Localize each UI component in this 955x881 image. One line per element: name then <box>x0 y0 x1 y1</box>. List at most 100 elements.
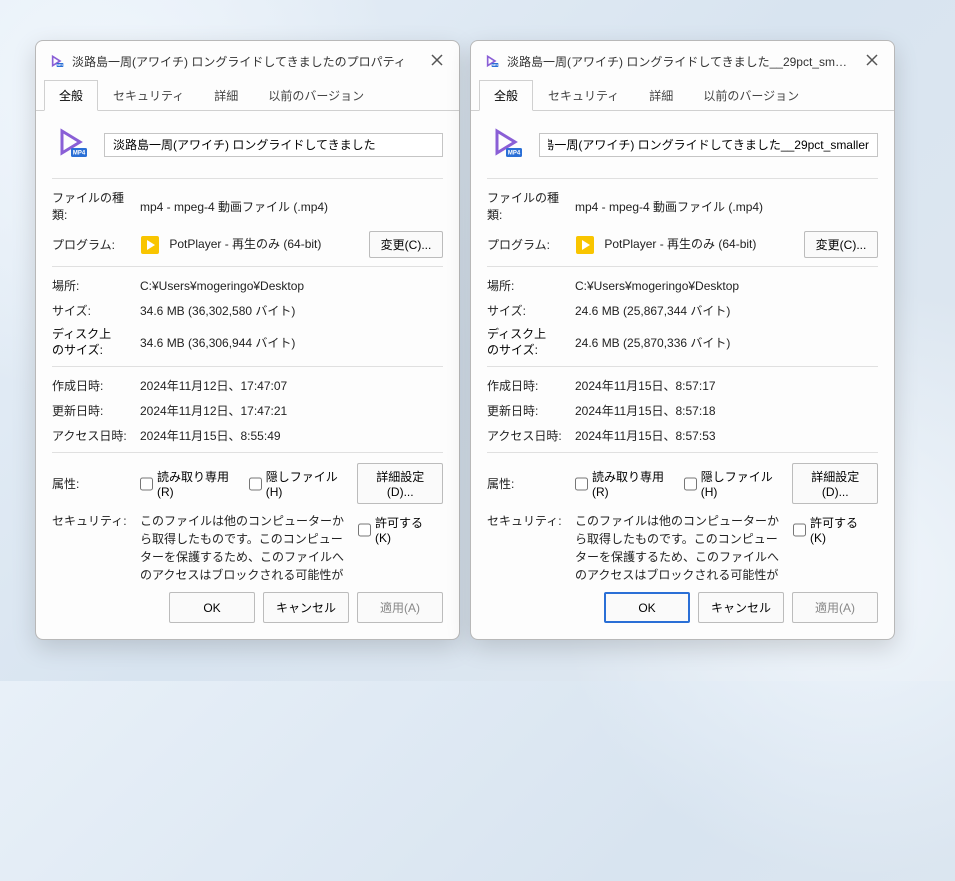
close-icon <box>431 54 443 69</box>
hidden-checkbox[interactable] <box>684 477 697 491</box>
readonly-checkbox-wrap[interactable]: 読み取り専用(R) <box>140 468 231 499</box>
mp4-file-icon: MP4 <box>483 53 499 69</box>
filetype-label: ファイルの種類: <box>487 189 567 223</box>
tab-content: MP4 ファイルの種類: mp4 - mpeg-4 動画ファイル (.mp4) … <box>471 111 894 580</box>
allow-checkbox[interactable] <box>358 523 371 537</box>
readonly-checkbox[interactable] <box>575 477 588 491</box>
divider <box>52 366 443 367</box>
ok-button[interactable]: OK <box>169 592 255 623</box>
filename-input[interactable] <box>539 133 878 157</box>
divider <box>487 452 878 453</box>
titlebar[interactable]: MP4 淡路島一周(アワイチ) ロングライドしてきました__29pct_smal… <box>471 41 894 79</box>
modified-value: 2024年11月15日、8:57:18 <box>575 402 878 419</box>
security-label: セキュリティ: <box>487 512 567 529</box>
size-value: 24.6 MB (25,867,344 バイト) <box>575 302 878 319</box>
mp4-file-icon: MP4 <box>48 53 64 69</box>
size-label: サイズ: <box>52 302 132 319</box>
svg-text:MP4: MP4 <box>73 151 86 157</box>
tab-previous-versions[interactable]: 以前のバージョン <box>253 80 379 111</box>
modified-label: 更新日時: <box>52 402 132 419</box>
location-value: C:¥Users¥mogeringo¥Desktop <box>140 279 443 293</box>
modified-label: 更新日時: <box>487 402 567 419</box>
created-label: 作成日時: <box>52 377 132 394</box>
accessed-label: アクセス日時: <box>487 427 567 444</box>
divider <box>52 178 443 179</box>
tab-general[interactable]: 全般 <box>479 80 533 111</box>
created-label: 作成日時: <box>487 377 567 394</box>
hidden-checkbox-wrap[interactable]: 隠しファイル(H) <box>684 468 775 499</box>
close-button[interactable] <box>860 49 884 73</box>
advanced-button[interactable]: 詳細設定(D)... <box>357 463 443 504</box>
allow-checkbox-wrap[interactable]: 許可する(K) <box>358 514 433 545</box>
mp4-large-icon: MP4 <box>487 125 531 164</box>
accessed-label: アクセス日時: <box>52 427 132 444</box>
readonly-checkbox-wrap[interactable]: 読み取り専用(R) <box>575 468 666 499</box>
tab-details[interactable]: 詳細 <box>634 80 688 111</box>
attributes-label: 属性: <box>487 475 567 492</box>
titlebar[interactable]: MP4 淡路島一周(アワイチ) ロングライドしてきましたのプロパティ <box>36 41 459 79</box>
security-text: このファイルは他のコンピューターから取得したものです。このコンピューターを保護す… <box>140 512 350 580</box>
filetype-value: mp4 - mpeg-4 動画ファイル (.mp4) <box>140 198 443 215</box>
window-title: 淡路島一周(アワイチ) ロングライドしてきました__29pct_smallerの… <box>507 53 852 70</box>
divider <box>487 266 878 267</box>
tab-previous-versions[interactable]: 以前のバージョン <box>688 80 814 111</box>
divider <box>52 266 443 267</box>
location-label: 場所: <box>487 277 567 294</box>
security-label: セキュリティ: <box>52 512 132 529</box>
change-program-button[interactable]: 変更(C)... <box>804 231 878 258</box>
tab-security[interactable]: セキュリティ <box>533 80 634 111</box>
program-label: プログラム: <box>487 236 567 253</box>
program-label: プログラム: <box>52 236 132 253</box>
window-title: 淡路島一周(アワイチ) ロングライドしてきましたのプロパティ <box>72 53 417 70</box>
program-name: PotPlayer - 再生のみ (64-bit) <box>169 237 321 251</box>
hidden-label: 隠しファイル(H) <box>701 468 775 499</box>
attributes-label: 属性: <box>52 475 132 492</box>
hidden-checkbox[interactable] <box>249 477 262 491</box>
svg-text:MP4: MP4 <box>57 63 63 67</box>
accessed-value: 2024年11月15日、8:55:49 <box>140 427 443 444</box>
allow-label: 許可する(K) <box>375 514 433 545</box>
size-on-disk-value: 34.6 MB (36,306,944 バイト) <box>140 334 443 351</box>
tab-general[interactable]: 全般 <box>44 80 98 111</box>
readonly-checkbox[interactable] <box>140 477 153 491</box>
properties-dialog-1: MP4 淡路島一周(アワイチ) ロングライドしてきましたのプロパティ 全般 セキ… <box>35 40 460 640</box>
size-label: サイズ: <box>487 302 567 319</box>
advanced-button[interactable]: 詳細設定(D)... <box>792 463 878 504</box>
hidden-label: 隠しファイル(H) <box>266 468 340 499</box>
filename-input[interactable] <box>104 133 443 157</box>
ok-button[interactable]: OK <box>604 592 690 623</box>
close-button[interactable] <box>425 49 449 73</box>
modified-value: 2024年11月12日、17:47:21 <box>140 402 443 419</box>
program-value: PotPlayer - 再生のみ (64-bit) <box>140 235 361 255</box>
divider <box>487 366 878 367</box>
properties-dialog-2: MP4 淡路島一周(アワイチ) ロングライドしてきました__29pct_smal… <box>470 40 895 640</box>
filetype-label: ファイルの種類: <box>52 189 132 223</box>
dialog-footer: OK キャンセル 適用(A) <box>36 580 459 639</box>
tab-bar: 全般 セキュリティ 詳細 以前のバージョン <box>471 79 894 111</box>
allow-label: 許可する(K) <box>810 514 868 545</box>
apply-button[interactable]: 適用(A) <box>792 592 878 623</box>
tab-bar: 全般 セキュリティ 詳細 以前のバージョン <box>36 79 459 111</box>
readonly-label: 読み取り専用(R) <box>592 468 666 499</box>
svg-text:MP4: MP4 <box>492 63 498 67</box>
cancel-button[interactable]: キャンセル <box>263 592 349 623</box>
filetype-value: mp4 - mpeg-4 動画ファイル (.mp4) <box>575 198 878 215</box>
potplayer-icon <box>140 235 160 255</box>
mp4-large-icon: MP4 <box>52 125 96 164</box>
tab-details[interactable]: 詳細 <box>199 80 253 111</box>
security-text: このファイルは他のコンピューターから取得したものです。このコンピューターを保護す… <box>575 512 785 580</box>
divider <box>52 452 443 453</box>
close-icon <box>866 54 878 69</box>
allow-checkbox[interactable] <box>793 523 806 537</box>
potplayer-icon <box>575 235 595 255</box>
change-program-button[interactable]: 変更(C)... <box>369 231 443 258</box>
tab-security[interactable]: セキュリティ <box>98 80 199 111</box>
size-on-disk-value: 24.6 MB (25,870,336 バイト) <box>575 334 878 351</box>
svg-text:MP4: MP4 <box>508 151 521 157</box>
program-name: PotPlayer - 再生のみ (64-bit) <box>604 237 756 251</box>
hidden-checkbox-wrap[interactable]: 隠しファイル(H) <box>249 468 340 499</box>
apply-button[interactable]: 適用(A) <box>357 592 443 623</box>
cancel-button[interactable]: キャンセル <box>698 592 784 623</box>
allow-checkbox-wrap[interactable]: 許可する(K) <box>793 514 868 545</box>
readonly-label: 読み取り専用(R) <box>157 468 231 499</box>
